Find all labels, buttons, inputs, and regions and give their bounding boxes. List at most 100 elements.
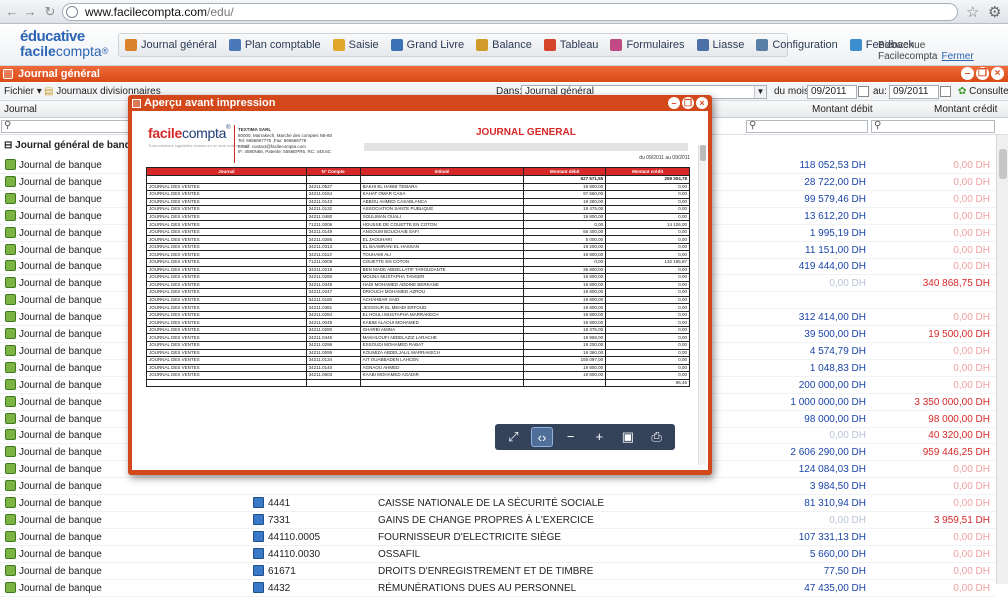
table-row[interactable]: Journal de banque 4432 RÉMUNÉRATIONS DUES …: [0, 580, 996, 597]
report-cell: 19 800,00: [523, 295, 607, 305]
plan-icon: [228, 39, 241, 51]
filter-debit-input[interactable]: ⚲: [746, 120, 868, 133]
report-cell: 56 400,00: [523, 227, 607, 237]
report-cell: 19 800,00: [523, 250, 607, 259]
save-icon[interactable]: ▣: [617, 427, 639, 447]
minimize-icon[interactable]: –: [668, 97, 680, 109]
close-icon[interactable]: ×: [991, 67, 1004, 80]
journal-name: Journal de banque: [19, 362, 102, 374]
filter-credit-input[interactable]: ⚲: [871, 120, 995, 133]
report-cell: ANGOUM BOUCHAIB SAFI: [359, 227, 525, 237]
wrench-icon[interactable]: ⚙: [988, 3, 1001, 21]
credit-amount: 0,00 DH: [953, 345, 990, 357]
fit-width-icon[interactable]: ‹›: [530, 427, 553, 447]
bookmark-star-icon[interactable]: ☆: [966, 3, 979, 21]
table-row[interactable]: Journal de banque 44110.0030 OSSAFIL 5 660,…: [0, 546, 996, 563]
journal-entry-icon: [5, 497, 16, 508]
menu-item-balance[interactable]: Balance: [470, 34, 538, 56]
journal-entry-icon: [5, 480, 16, 492]
scroll-thumb[interactable]: [700, 145, 706, 161]
menu-item-gear[interactable]: Configuration: [750, 34, 843, 56]
zoom-in-icon[interactable]: +: [588, 427, 610, 447]
table-row[interactable]: Journal de banque 44110.0005 FOURNISSEUR D…: [0, 529, 996, 546]
debit-amount: 118 052,53 DH: [799, 160, 866, 171]
journal-window-icon: [3, 69, 13, 79]
report-cell: [305, 378, 361, 388]
print-icon[interactable]: ⎙: [646, 427, 668, 447]
debit-amount: 99 579,46 DH: [804, 193, 866, 205]
menu-item-chart[interactable]: Tableau: [538, 34, 605, 56]
report-cell: HOUSSE DE COUETTE EN COTON: [359, 220, 525, 229]
report-cell: TOUHAMI ALI: [359, 250, 525, 259]
calendar-icon[interactable]: [940, 86, 951, 97]
fit-page-icon[interactable]: ⤢: [502, 427, 524, 447]
zoom-out-icon[interactable]: −: [560, 427, 582, 447]
menu-item-forms[interactable]: Formulaires: [604, 34, 690, 56]
debit-amount: 0,00 DH: [829, 278, 866, 290]
menu-item-liasse[interactable]: Liasse: [691, 34, 751, 56]
report-cell: 0,00: [605, 205, 690, 214]
col-journal[interactable]: Journal: [4, 104, 37, 115]
preview-scrollbar[interactable]: [698, 145, 706, 465]
report-cell: [146, 378, 307, 388]
table-row[interactable]: Journal de banque 4441 CAISSE NATIONALE DE…: [0, 495, 996, 512]
debit-amount: 107 331,13 DH: [798, 531, 866, 543]
restore-icon[interactable]: ❐: [682, 97, 694, 109]
fichier-menu[interactable]: Fichier ▾: [4, 86, 42, 97]
menu-item-pencil[interactable]: Saisie: [327, 34, 385, 56]
scroll-thumb[interactable]: [999, 149, 1007, 179]
du-mois-input[interactable]: 09/2011: [807, 85, 857, 99]
report-cell: JOURNAL DES VENTES: [146, 258, 307, 267]
report-cell: 34211.0381: [305, 303, 361, 312]
logout-link[interactable]: Fermer: [941, 51, 973, 62]
debit-amount: 1 995,19 DH: [809, 227, 866, 239]
preview-toolbar: ⤢ ‹› − + ▣ ⎙: [495, 424, 675, 450]
journal-name: Journal de banque: [19, 278, 102, 290]
report-row: JOURNAL DES VENTES 34211.0280 GHARBI AMINA…: [146, 325, 690, 335]
main-menu: Journal général Plan comptable Saisie Grand…: [118, 33, 914, 57]
menu-item-plan[interactable]: Plan comptable: [223, 34, 327, 56]
report-total-debit: 627 571,55: [523, 175, 607, 184]
journal-entry-icon: [5, 175, 16, 187]
grid-scrollbar[interactable]: [996, 135, 1008, 584]
forward-arrow-icon[interactable]: →: [22, 4, 38, 20]
report-cell: GHARBI AMINA: [359, 325, 525, 335]
au-input[interactable]: 09/2011: [889, 85, 939, 99]
au-value: 09/2011: [893, 86, 929, 97]
refresh-icon: ✿: [958, 86, 967, 97]
report-cell: 0,00: [605, 288, 690, 297]
col-debit[interactable]: Montant débit: [812, 104, 873, 115]
calendar-icon[interactable]: [858, 86, 869, 97]
consulter-button[interactable]: ✿ Consulter: [958, 86, 1008, 97]
report-cell: JOURNAL DES VENTES: [146, 348, 307, 358]
report-cell: 34211.0247: [305, 288, 361, 297]
credit-amount: 0,00 DH: [953, 244, 990, 256]
close-icon[interactable]: ×: [696, 97, 708, 109]
menu-item-book[interactable]: Grand Livre: [385, 34, 470, 56]
journal-entry-icon: [5, 328, 16, 339]
report-cell: 19 800,00: [523, 363, 607, 373]
debit-amount: 4 574,79 DH: [809, 345, 866, 357]
table-row[interactable]: Journal de banque 61671 DROITS D'ENREGISTR…: [0, 563, 996, 580]
report-cell: EL BAAMRANI EL HASSAN: [359, 242, 525, 252]
report-cell: EL JAOUHARI: [359, 235, 525, 244]
debit-amount: 312 414,00 DH: [798, 312, 866, 324]
table-row[interactable]: Journal de banque 7331 GAINS DE CHANGE PRO…: [0, 512, 996, 529]
report-cell: JOURNAL DES VENTES: [146, 212, 307, 222]
back-arrow-icon[interactable]: ←: [4, 4, 20, 20]
report-title: JOURNAL GENERAL: [476, 127, 576, 138]
address-bar[interactable]: www.facilecompta.com/edu/: [62, 3, 958, 21]
report-row: JOURNAL DES VENTES 71211.0006 HOUSSE DE CO…: [146, 220, 690, 229]
restore-icon[interactable]: ❐: [976, 67, 989, 80]
filter-journal-input[interactable]: ⚲: [1, 120, 133, 133]
credit-amount: 0,00 DH: [953, 481, 990, 493]
table-row[interactable]: Journal de banque 3 984,50 DH 0,00 DH: [0, 478, 996, 496]
credit-amount: 959 446,25 DH: [922, 447, 990, 459]
report-row: JOURNAL DES VENTES 34211.0296 ESSOUDI MOHA…: [146, 341, 690, 350]
col-credit[interactable]: Montant crédit: [934, 104, 997, 115]
minimize-icon[interactable]: –: [961, 67, 974, 80]
report-cell: MAKHLOUFI ABDELAZIZ LARACHE: [359, 333, 525, 343]
report-cell: HADI MOHAMED ADDINE BERKANE: [359, 280, 525, 290]
reload-icon[interactable]: ↻: [42, 4, 58, 20]
menu-item-journal[interactable]: Journal général: [119, 34, 223, 56]
